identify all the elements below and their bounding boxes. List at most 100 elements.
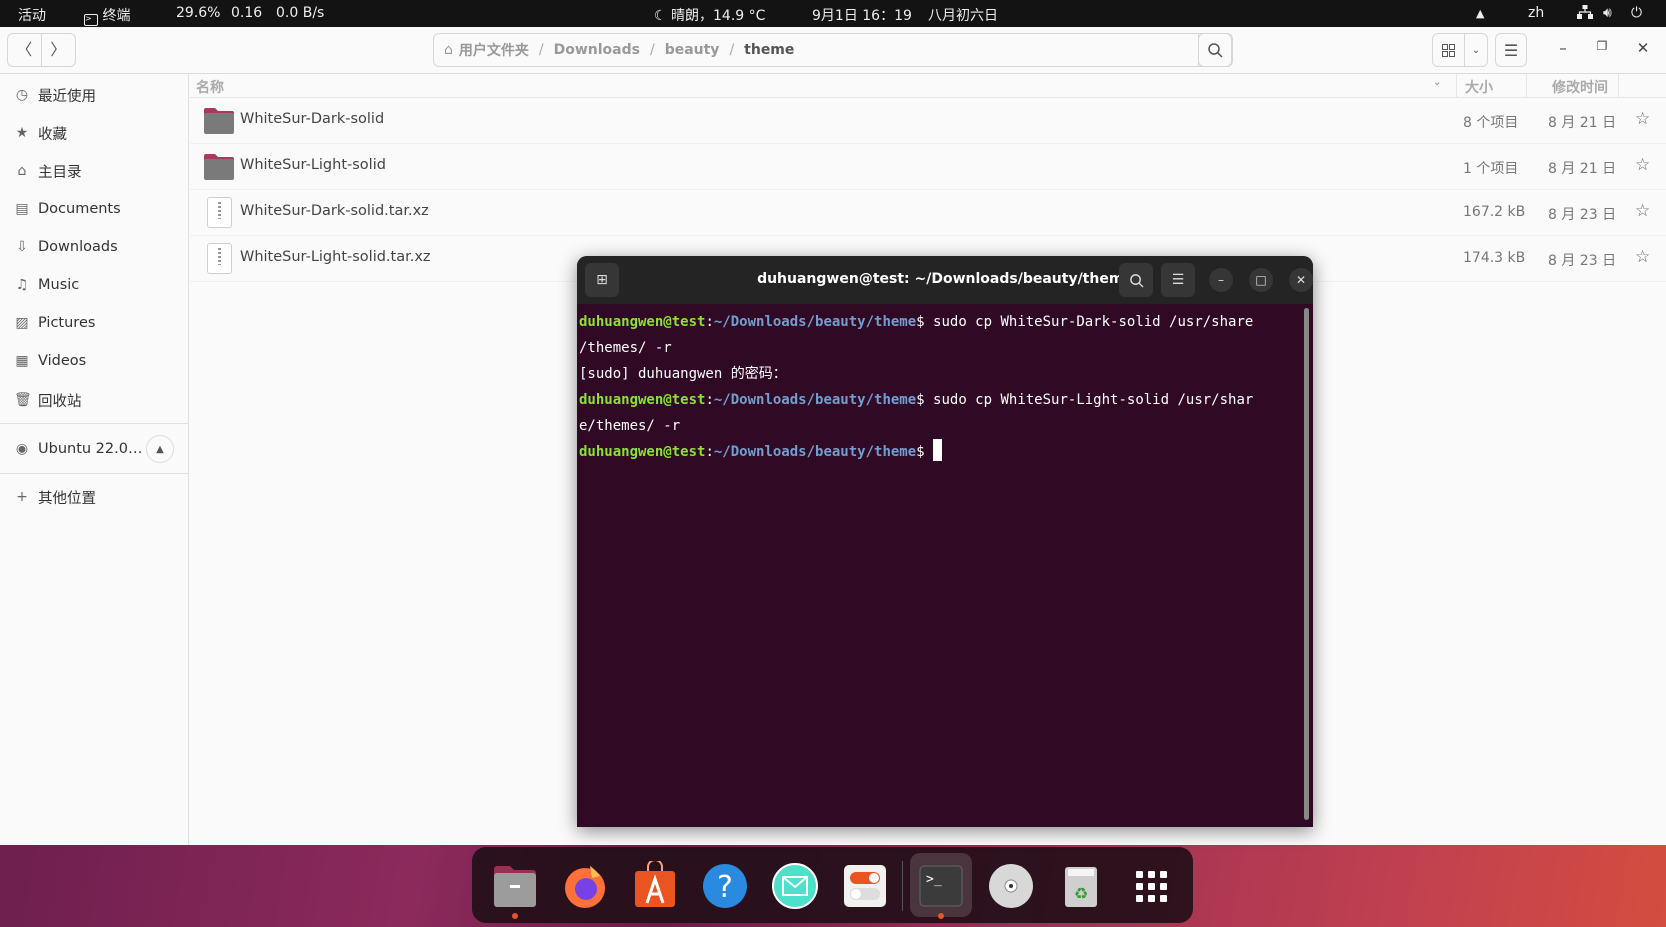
- network-speed[interactable]: 0.0 B/s: [276, 5, 324, 21]
- view-toggle: ⌄: [1432, 33, 1488, 67]
- volume-icon[interactable]: 🔊︎: [1603, 5, 1612, 21]
- weather[interactable]: ☾ 晴朗，14.9 °C: [654, 5, 765, 25]
- picture-icon: ▨: [15, 315, 29, 331]
- terminal-search-button[interactable]: [1119, 263, 1153, 297]
- terminal-maximize-button[interactable]: □: [1249, 268, 1273, 292]
- view-options-dropdown[interactable]: ⌄: [1465, 45, 1487, 56]
- path-segment-downloads[interactable]: Downloads: [554, 42, 640, 58]
- terminal-output[interactable]: duhuangwen@test:~/Downloads/beauty/theme…: [579, 309, 1299, 465]
- terminal-scrollbar[interactable]: [1304, 308, 1309, 820]
- star-button[interactable]: ☆: [1635, 155, 1650, 175]
- sidebar-item-ubuntu-disc[interactable]: ◉ Ubuntu 22.0… ▲: [0, 429, 188, 469]
- terminal-header-bar: ⊞ duhuangwen@test: ~/Downloads/beauty/th…: [577, 256, 1313, 304]
- star-icon: ★: [15, 125, 29, 141]
- grid-icon: [1442, 43, 1455, 57]
- activities-button[interactable]: 活动: [18, 5, 46, 25]
- path-segment-beauty[interactable]: beauty: [665, 42, 720, 58]
- dock-disc[interactable]: [986, 861, 1036, 911]
- dock-terminal[interactable]: >_: [916, 861, 966, 911]
- app-name: 终端: [102, 8, 131, 24]
- terminal-minimize-button[interactable]: –: [1209, 268, 1233, 292]
- dock-app-grid[interactable]: [1126, 861, 1176, 911]
- sidebar-item-music[interactable]: ♫ Music: [0, 267, 188, 303]
- column-modified[interactable]: 修改时间: [1526, 74, 1618, 98]
- video-icon: ▦: [15, 353, 29, 369]
- eject-button[interactable]: ▲: [146, 435, 174, 463]
- clock-icon: ◷: [15, 87, 29, 103]
- home-icon: ⌂: [17, 163, 27, 179]
- grid-view-button[interactable]: [1433, 34, 1465, 66]
- sort-chevron-icon[interactable]: ⌄: [1433, 77, 1441, 88]
- terminal-window: ⊞ duhuangwen@test: ~/Downloads/beauty/th…: [577, 256, 1313, 827]
- eject-icon: ▲: [156, 443, 164, 455]
- column-name[interactable]: 名称: [196, 77, 224, 97]
- dock: ? >_ ♻: [472, 847, 1193, 923]
- file-row[interactable]: WhiteSur-Light-solid 1 个项目 8 月 21 日 ☆: [190, 144, 1666, 190]
- sidebar-item-downloads[interactable]: ⇩ Downloads: [0, 229, 188, 265]
- home-icon: ⌂: [444, 42, 453, 58]
- sidebar-item-documents[interactable]: ▤ Documents: [0, 191, 188, 227]
- back-button[interactable]: 〈: [8, 34, 42, 66]
- sidebar-divider: [0, 473, 188, 474]
- minimize-button[interactable]: –: [1553, 39, 1573, 57]
- power-icon[interactable]: ⏻: [1631, 5, 1642, 21]
- sidebar-item-trash[interactable]: 🗑︎ 回收站: [0, 382, 188, 418]
- restore-button[interactable]: ❐: [1592, 39, 1612, 53]
- column-size[interactable]: 大小: [1456, 74, 1526, 98]
- sidebar-divider: [0, 423, 188, 424]
- toggle-settings-icon: [844, 865, 886, 907]
- terminal-close-button[interactable]: ✕: [1289, 268, 1313, 292]
- sidebar-item-starred[interactable]: ★ 收藏: [0, 115, 188, 151]
- cpu-usage[interactable]: 29.6%: [176, 5, 220, 21]
- folder-icon: [204, 108, 234, 134]
- file-row[interactable]: WhiteSur-Dark-solid.tar.xz 167.2 kB 8 月 …: [190, 190, 1666, 236]
- folder-icon: [204, 154, 234, 180]
- terminal-line: duhuangwen@test:~/Downloads/beauty/theme…: [579, 392, 1254, 434]
- terminal-line: duhuangwen@test:~/Downloads/beauty/theme…: [579, 439, 943, 461]
- files-icon: [494, 866, 536, 907]
- main-menu-button[interactable]: ☰: [1495, 33, 1527, 67]
- sidebar-item-recent[interactable]: ◷ 最近使用: [0, 77, 188, 113]
- star-button[interactable]: ☆: [1635, 109, 1650, 129]
- close-button[interactable]: ✕: [1633, 39, 1653, 57]
- eject-icon[interactable]: ▲: [1476, 7, 1484, 20]
- firefox-icon: [565, 866, 605, 908]
- load-average[interactable]: 0.16: [231, 5, 262, 21]
- sidebar-item-pictures[interactable]: ▨ Pictures: [0, 305, 188, 341]
- path-segment-home[interactable]: 用户文件夹: [459, 40, 529, 60]
- dock-files[interactable]: [490, 861, 540, 911]
- lunar-date: 八月初六日: [928, 8, 998, 24]
- disc-icon: ◉: [15, 441, 29, 457]
- network-icon[interactable]: [1577, 5, 1593, 23]
- dock-mail[interactable]: [770, 861, 820, 911]
- document-icon: ▤: [15, 201, 29, 217]
- svg-text:♻: ♻: [1074, 884, 1088, 903]
- search-icon: [1208, 43, 1223, 58]
- file-row[interactable]: WhiteSur-Dark-solid 8 个项目 8 月 21 日 ☆: [190, 98, 1666, 144]
- moon-icon: ☾: [654, 8, 667, 24]
- sidebar-item-other-locations[interactable]: + 其他位置: [0, 479, 188, 515]
- dock-settings[interactable]: [840, 861, 890, 911]
- forward-button[interactable]: 〉: [42, 34, 76, 66]
- disc-icon: [989, 864, 1033, 908]
- header-bar: 〈 〉 ⌂ 用户文件夹 / Downloads / beauty / theme…: [0, 27, 1666, 74]
- dock-trash[interactable]: ♻: [1056, 861, 1106, 911]
- input-method[interactable]: zh: [1528, 5, 1544, 21]
- dock-software[interactable]: [630, 859, 680, 911]
- search-button[interactable]: [1198, 33, 1232, 67]
- path-segment-theme[interactable]: theme: [744, 42, 794, 58]
- sidebar-item-videos[interactable]: ▦ Videos: [0, 343, 188, 379]
- dock-help[interactable]: ?: [700, 861, 750, 911]
- music-icon: ♫: [15, 277, 29, 293]
- star-button[interactable]: ☆: [1635, 201, 1650, 221]
- sidebar-item-home[interactable]: ⌂ 主目录: [0, 153, 188, 189]
- star-button[interactable]: ☆: [1635, 247, 1650, 267]
- terminal-title: duhuangwen@test: ~/Downloads/beauty/them…: [757, 271, 1133, 287]
- help-icon: ?: [703, 864, 747, 908]
- clock[interactable]: 9月1日 16：19: [812, 5, 912, 25]
- download-icon: ⇩: [16, 239, 28, 255]
- archive-icon: [207, 243, 232, 274]
- terminal-menu-button[interactable]: ☰: [1161, 263, 1195, 297]
- dock-firefox[interactable]: [560, 861, 610, 911]
- app-menu[interactable]: > 终端: [84, 5, 130, 26]
